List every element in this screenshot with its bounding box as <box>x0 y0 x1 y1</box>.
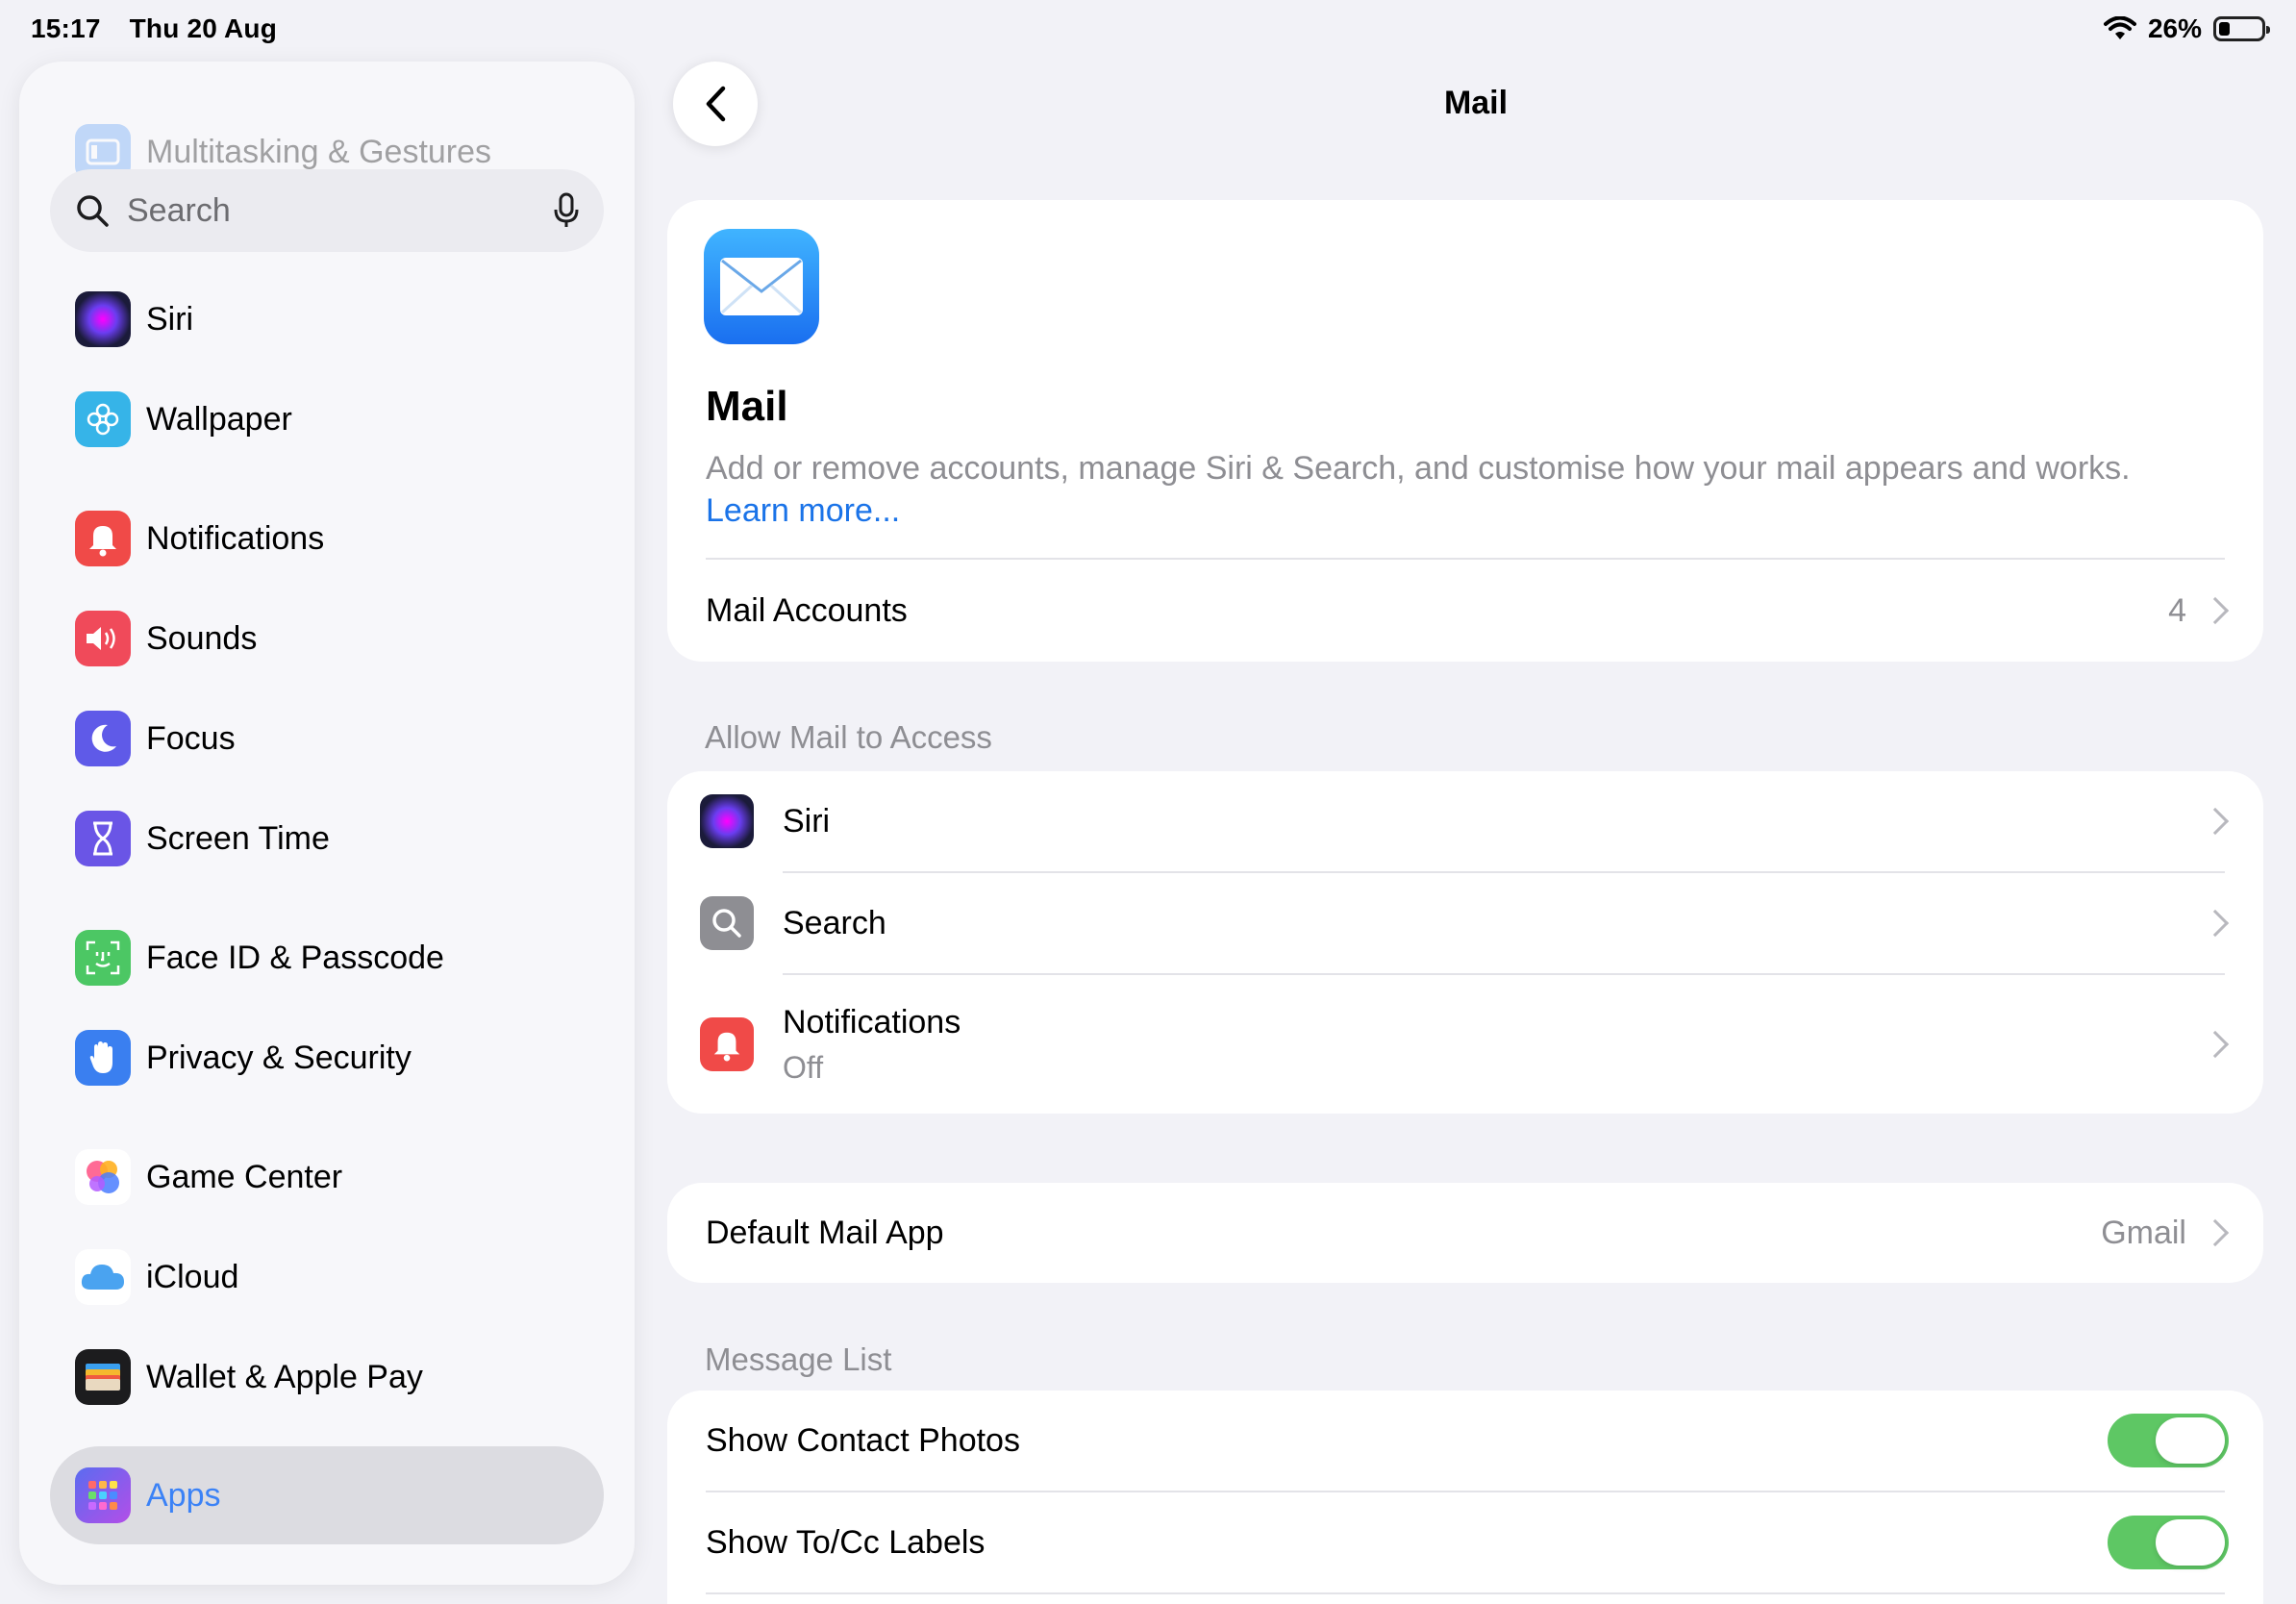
allow-access-card: Siri Search Notifications Off <box>667 771 2263 1114</box>
battery-icon <box>2213 16 2270 41</box>
allow-access-header: Allow Mail to Access <box>705 719 992 755</box>
sidebar-item-label: Wallet & Apple Pay <box>146 1358 423 1395</box>
icloud-icon <box>75 1249 131 1305</box>
focus-icon <box>75 711 131 766</box>
sidebar-item-apps[interactable]: Apps <box>75 1466 221 1524</box>
screen-time-icon <box>75 811 131 866</box>
default-app-card: Default Mail App Gmail <box>667 1183 2263 1283</box>
show-contact-photos-row: Show Contact Photos <box>667 1391 2263 1491</box>
sidebar-item-label: Multitasking & Gestures <box>146 133 492 170</box>
microphone-icon[interactable] <box>554 192 579 229</box>
sidebar-item-wallpaper[interactable]: Wallpaper <box>75 390 292 448</box>
sounds-icon <box>75 611 131 666</box>
battery-percent: 26% <box>2147 13 2202 43</box>
status-bar-right: 26% <box>2103 13 2270 44</box>
game-center-icon <box>75 1149 131 1205</box>
sidebar-item-label: Siri <box>146 300 194 338</box>
mail-accounts-label: Mail Accounts <box>706 591 908 629</box>
show-to-cc-labels-toggle[interactable] <box>2108 1516 2229 1569</box>
sidebar: Multitasking & Gestures Search Siri Wall… <box>19 62 635 1585</box>
sidebar-item-label: Focus <box>146 719 236 757</box>
sidebar-item-screen-time[interactable]: Screen Time <box>75 810 330 867</box>
privacy-icon <box>75 1030 131 1086</box>
show-contact-photos-toggle[interactable] <box>2108 1414 2229 1467</box>
status-date: Thu 20 Aug <box>129 13 278 43</box>
mail-accounts-row[interactable]: Mail Accounts 4 <box>667 560 2263 662</box>
mail-header-card: Mail Add or remove accounts, manage Siri… <box>667 200 2263 662</box>
chevron-right-icon <box>2201 807 2230 836</box>
back-button[interactable] <box>673 62 758 146</box>
search-icon <box>77 195 109 227</box>
nav-title: Mail <box>1443 85 1509 121</box>
chevron-right-icon <box>2201 909 2230 938</box>
mail-description: Add or remove accounts, manage Siri & Se… <box>706 450 2131 487</box>
sidebar-item-label: Sounds <box>146 619 258 657</box>
sidebar-item-label: Apps <box>146 1476 221 1514</box>
sidebar-item-siri[interactable]: Siri <box>75 290 193 348</box>
sidebar-item-sounds[interactable]: Sounds <box>75 610 257 667</box>
sidebar-item-label: Game Center <box>146 1158 343 1195</box>
sidebar-item-label: Screen Time <box>146 819 330 857</box>
message-list-card: Show Contact Photos Show To/Cc Labels <box>667 1391 2263 1604</box>
sidebar-item-label: iCloud <box>146 1258 239 1295</box>
access-siri-row[interactable]: Siri <box>667 771 2263 871</box>
access-search-label: Search <box>783 904 886 941</box>
sidebar-item-game-center[interactable]: Game Center <box>75 1148 342 1206</box>
show-to-cc-labels-row: Show To/Cc Labels <box>667 1492 2263 1592</box>
default-mail-app-label: Default Mail App <box>706 1214 944 1251</box>
message-list-header: Message List <box>705 1341 892 1377</box>
mail-app-icon <box>704 229 819 344</box>
wifi-icon <box>2103 16 2136 39</box>
siri-icon <box>700 794 754 848</box>
wallpaper-icon <box>75 391 131 447</box>
chevron-right-icon <box>2201 596 2230 625</box>
search-field[interactable]: Search <box>50 169 604 252</box>
sidebar-item-privacy[interactable]: Privacy & Security <box>75 1029 412 1087</box>
siri-icon <box>75 291 131 347</box>
wallet-icon <box>75 1349 131 1405</box>
sidebar-item-icloud[interactable]: iCloud <box>75 1248 238 1306</box>
chevron-right-icon <box>2201 1218 2230 1247</box>
mail-title: Mail <box>706 383 788 430</box>
access-siri-label: Siri <box>783 802 831 840</box>
access-search-row[interactable]: Search <box>667 873 2263 973</box>
sidebar-item-label: Face ID & Passcode <box>146 939 444 976</box>
show-to-cc-labels-label: Show To/Cc Labels <box>706 1523 986 1561</box>
sidebar-item-focus[interactable]: Focus <box>75 710 236 767</box>
default-mail-app-value: Gmail <box>2101 1214 2186 1251</box>
notifications-icon <box>700 1017 754 1071</box>
search-input[interactable]: Search <box>127 192 554 230</box>
access-notifications-status: Off <box>783 1050 824 1085</box>
default-mail-app-row[interactable]: Default Mail App Gmail <box>667 1183 2263 1283</box>
status-bar-left: 15:17 Thu 20 Aug <box>31 13 298 44</box>
mail-accounts-count: 4 <box>2168 591 2186 629</box>
notifications-icon <box>75 511 131 566</box>
status-time: 15:17 <box>31 13 101 43</box>
sidebar-item-notifications[interactable]: Notifications <box>75 510 324 567</box>
sidebar-item-label: Wallpaper <box>146 400 292 438</box>
sidebar-item-label: Privacy & Security <box>146 1039 412 1076</box>
separator <box>706 1592 2225 1594</box>
face-id-icon <box>75 930 131 986</box>
search-icon <box>700 896 754 950</box>
sidebar-item-wallet[interactable]: Wallet & Apple Pay <box>75 1348 423 1406</box>
access-notifications-row[interactable]: Notifications Off <box>667 975 2263 1114</box>
learn-more-link[interactable]: Learn more... <box>706 492 900 530</box>
sidebar-item-face-id[interactable]: Face ID & Passcode <box>75 929 444 987</box>
sidebar-item-label: Notifications <box>146 519 325 557</box>
chevron-left-icon <box>706 86 726 122</box>
access-notifications-label: Notifications <box>783 1004 961 1040</box>
apps-icon <box>75 1467 131 1523</box>
chevron-right-icon <box>2201 1030 2230 1059</box>
show-contact-photos-label: Show Contact Photos <box>706 1421 1020 1459</box>
